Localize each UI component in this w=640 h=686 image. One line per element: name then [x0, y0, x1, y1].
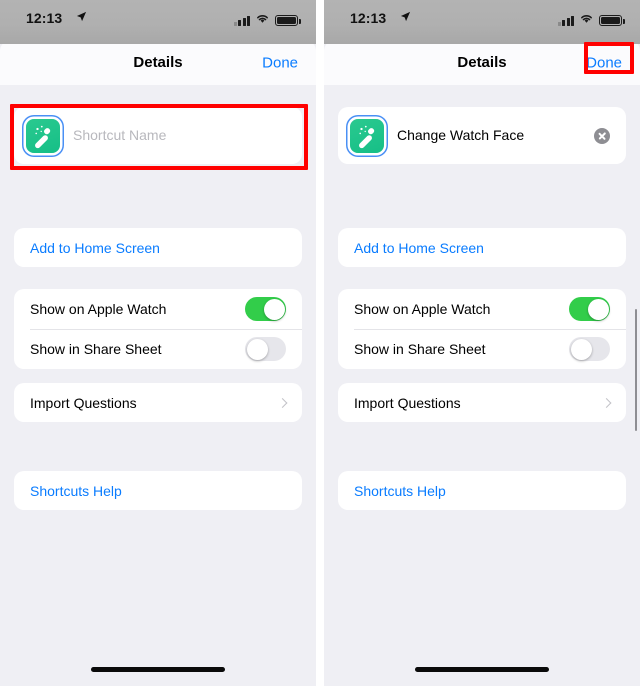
shortcut-name-placeholder: Shortcut Name: [73, 126, 167, 143]
clear-circle-icon[interactable]: [594, 127, 610, 144]
status-bar: 12:13: [0, 0, 316, 44]
add-to-home-screen-label: Add to Home Screen: [354, 239, 484, 256]
status-bar: 12:13: [324, 0, 640, 44]
status-bar-time: 12:13: [350, 10, 387, 26]
visibility-toggles-card: Show on Apple Watch Show in Share Sheet: [14, 289, 302, 369]
done-button[interactable]: Done: [262, 54, 298, 71]
magic-wand-icon[interactable]: [26, 118, 60, 153]
import-questions-label: Import Questions: [354, 394, 461, 411]
import-questions-label: Import Questions: [30, 394, 137, 411]
status-bar-indicators: [233, 11, 301, 29]
vertical-scrollbar[interactable]: [634, 309, 637, 431]
cellular-signal-icon: [557, 15, 574, 26]
shortcuts-help-button[interactable]: Shortcuts Help: [338, 471, 626, 510]
show-in-share-sheet-label: Show in Share Sheet: [30, 341, 162, 357]
chevron-right-icon: [601, 397, 612, 408]
shortcuts-help-button[interactable]: Shortcuts Help: [14, 471, 302, 510]
home-indicator: [91, 667, 225, 672]
show-on-apple-watch-row[interactable]: Show on Apple Watch: [338, 289, 626, 329]
shortcuts-help-label: Shortcuts Help: [30, 482, 122, 499]
import-questions-button[interactable]: Import Questions: [14, 383, 302, 422]
done-button[interactable]: Done: [586, 54, 622, 71]
show-in-share-sheet-toggle[interactable]: [245, 337, 286, 361]
navigation-bar: Details Done: [324, 40, 640, 85]
add-to-home-screen-button[interactable]: Add to Home Screen: [338, 228, 626, 267]
magic-wand-icon[interactable]: [350, 118, 384, 153]
add-to-home-screen-button[interactable]: Add to Home Screen: [14, 228, 302, 267]
show-in-share-sheet-toggle[interactable]: [569, 337, 610, 361]
settings-list: Change Watch Face Add to Home Screen Sho…: [324, 85, 640, 686]
show-in-share-sheet-row[interactable]: Show in Share Sheet: [338, 329, 626, 369]
battery-full-icon: [275, 14, 301, 26]
visibility-toggles-card: Show on Apple Watch Show in Share Sheet: [338, 289, 626, 369]
left-phone-panel: 12:13 Details Done Shortcut Name Add to …: [0, 0, 316, 686]
details-sheet: Details Done: [0, 40, 316, 686]
show-on-apple-watch-row[interactable]: Show on Apple Watch: [14, 289, 302, 329]
chevron-right-icon: [277, 397, 288, 408]
wifi-icon: [255, 11, 270, 29]
details-sheet: Details Done: [324, 40, 640, 686]
show-on-apple-watch-toggle[interactable]: [245, 297, 286, 321]
wifi-icon: [579, 11, 594, 29]
right-phone-panel: 12:13 Details Done Change Watch Face Add…: [324, 0, 640, 686]
page-title: Details: [133, 54, 183, 71]
location-arrow-icon: [400, 10, 411, 25]
page-title: Details: [457, 54, 507, 71]
show-on-apple-watch-label: Show on Apple Watch: [30, 301, 167, 317]
show-on-apple-watch-label: Show on Apple Watch: [354, 301, 491, 317]
shortcuts-help-label: Shortcuts Help: [354, 482, 446, 499]
shortcut-name-value: Change Watch Face: [397, 126, 525, 143]
screenshot-canvas: 12:13 Details Done Shortcut Name Add to …: [0, 0, 640, 686]
add-to-home-screen-label: Add to Home Screen: [30, 239, 160, 256]
home-indicator: [415, 667, 549, 672]
shortcut-name-field[interactable]: Shortcut Name: [14, 107, 302, 164]
status-bar-indicators: [557, 11, 625, 29]
location-arrow-icon: [76, 10, 87, 25]
status-bar-time: 12:13: [26, 10, 63, 26]
shortcut-name-field[interactable]: Change Watch Face: [338, 107, 626, 164]
settings-list: Shortcut Name Add to Home Screen Show on…: [0, 85, 316, 686]
show-in-share-sheet-row[interactable]: Show in Share Sheet: [14, 329, 302, 369]
battery-full-icon: [599, 14, 625, 26]
navigation-bar: Details Done: [0, 40, 316, 85]
show-on-apple-watch-toggle[interactable]: [569, 297, 610, 321]
show-in-share-sheet-label: Show in Share Sheet: [354, 341, 486, 357]
cellular-signal-icon: [233, 15, 250, 26]
import-questions-button[interactable]: Import Questions: [338, 383, 626, 422]
